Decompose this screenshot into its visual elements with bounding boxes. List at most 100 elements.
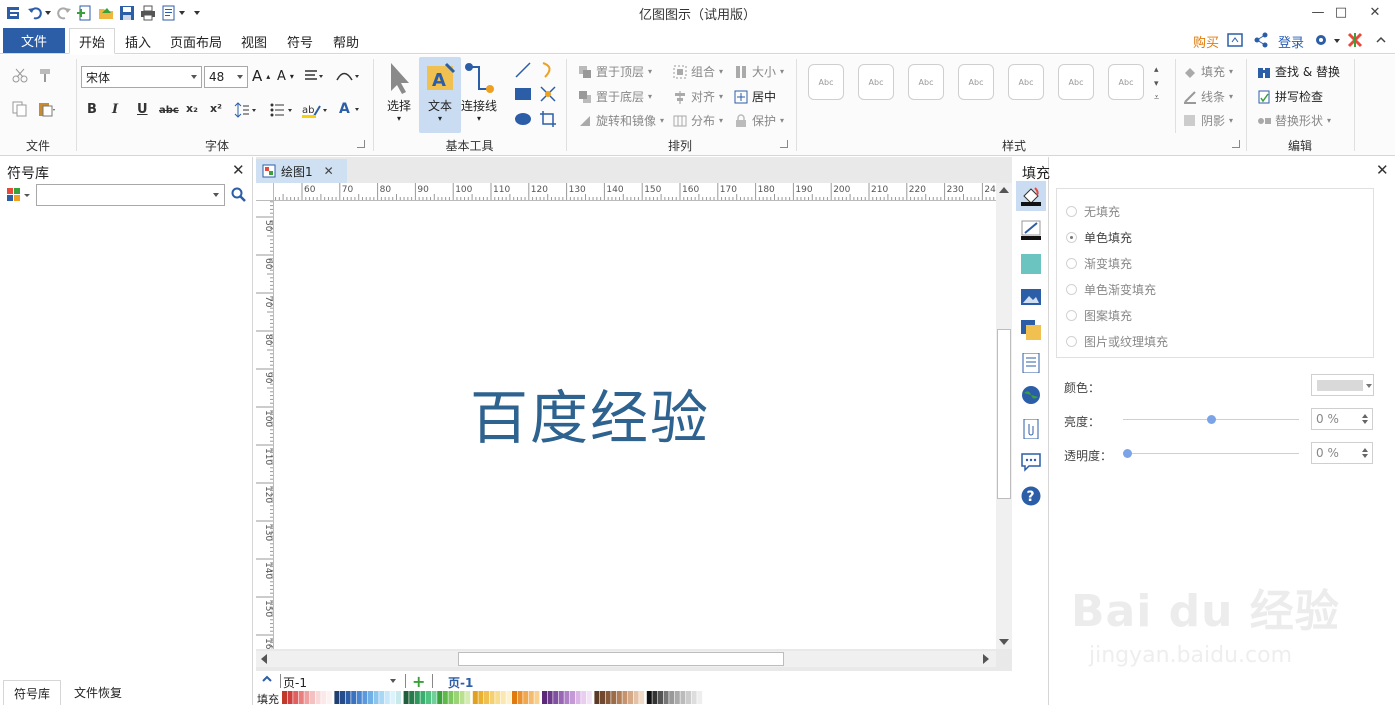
page-properties-icon[interactable] bbox=[1021, 353, 1041, 373]
screen-icon[interactable] bbox=[1227, 32, 1243, 51]
spin-down-icon[interactable] bbox=[1362, 454, 1368, 458]
color-swatch[interactable] bbox=[459, 691, 465, 704]
add-page-icon[interactable]: + bbox=[412, 672, 425, 691]
font-color-icon[interactable]: A bbox=[338, 100, 362, 118]
chevron-down-icon[interactable] bbox=[213, 193, 219, 197]
fill-option-pattern[interactable]: 图案填充 bbox=[1066, 307, 1132, 324]
strikethrough-button[interactable]: abc bbox=[159, 105, 179, 116]
color-swatch[interactable] bbox=[448, 691, 454, 704]
color-swatch[interactable] bbox=[542, 691, 547, 704]
color-picker[interactable] bbox=[1311, 374, 1374, 396]
color-swatch[interactable] bbox=[315, 691, 321, 704]
color-swatch[interactable] bbox=[534, 691, 540, 704]
color-swatch[interactable] bbox=[506, 691, 512, 704]
chevron-up-icon[interactable] bbox=[261, 673, 273, 688]
color-swatch[interactable] bbox=[633, 691, 639, 704]
color-swatch[interactable] bbox=[680, 691, 686, 704]
horizontal-scrollbar[interactable] bbox=[256, 651, 996, 667]
color-swatch[interactable] bbox=[658, 691, 663, 704]
style-preset-4[interactable]: Abc bbox=[958, 64, 994, 100]
tab-page-layout[interactable]: 页面布局 bbox=[166, 28, 226, 54]
color-swatch[interactable] bbox=[403, 691, 409, 704]
close-button[interactable]: ✕ bbox=[1352, 0, 1395, 24]
tab-view[interactable]: 视图 bbox=[234, 28, 274, 54]
color-swatch[interactable] bbox=[605, 691, 611, 704]
color-swatch[interactable] bbox=[426, 691, 431, 704]
tab-help[interactable]: 帮助 bbox=[326, 28, 366, 54]
replace-shape-button[interactable]: 替换形状 ▾ bbox=[1257, 112, 1331, 129]
vertical-scrollbar[interactable] bbox=[996, 183, 1012, 649]
scroll-up-icon[interactable] bbox=[999, 187, 1009, 193]
text-tool-button[interactable]: A 文本 ▾ bbox=[419, 57, 461, 133]
underline-button[interactable]: U bbox=[137, 102, 148, 117]
text-highlight-icon[interactable]: ab bbox=[302, 102, 328, 118]
scroll-left-icon[interactable] bbox=[261, 654, 267, 664]
color-swatch[interactable] bbox=[600, 691, 605, 704]
color-swatch[interactable] bbox=[414, 691, 420, 704]
drawing-page[interactable]: 百度经验 bbox=[274, 201, 996, 649]
horizontal-scroll-thumb[interactable] bbox=[458, 652, 784, 666]
symbol-search-input[interactable] bbox=[36, 184, 225, 206]
style-preset-1[interactable]: Abc bbox=[808, 64, 844, 100]
bold-button[interactable]: B bbox=[87, 102, 97, 117]
transparency-slider[interactable] bbox=[1123, 449, 1299, 458]
brightness-spinbox[interactable]: 0 % bbox=[1311, 408, 1373, 430]
group-button[interactable]: 组合 ▾ bbox=[673, 63, 723, 80]
superscript-button[interactable]: x² bbox=[210, 102, 222, 115]
distribute-button[interactable]: 分布 ▾ bbox=[673, 112, 723, 129]
grow-font-button[interactable]: A ▴ bbox=[252, 67, 270, 85]
color-swatch[interactable] bbox=[500, 691, 506, 704]
style-preset-2[interactable]: Abc bbox=[858, 64, 894, 100]
color-swatch[interactable] bbox=[489, 691, 495, 704]
send-to-back-button[interactable]: 置于底层 ▾ bbox=[578, 88, 652, 105]
style-scroll-down-icon[interactable]: ▾ bbox=[1154, 79, 1159, 89]
help-icon[interactable]: ? bbox=[1021, 486, 1041, 506]
color-swatch[interactable] bbox=[396, 691, 401, 704]
fill-option-single-gradient[interactable]: 单色渐变填充 bbox=[1066, 281, 1156, 298]
color-swatch[interactable] bbox=[340, 691, 345, 704]
color-swatch[interactable] bbox=[431, 691, 437, 704]
comment-icon[interactable] bbox=[1021, 452, 1041, 472]
bullets-icon[interactable] bbox=[270, 102, 294, 118]
color-swatch[interactable] bbox=[373, 691, 379, 704]
ellipse-tool-icon[interactable] bbox=[514, 110, 532, 128]
bring-to-front-button[interactable]: 置于顶层 ▾ bbox=[578, 63, 652, 80]
tab-insert[interactable]: 插入 bbox=[118, 28, 158, 54]
cut-icon[interactable] bbox=[12, 67, 28, 83]
color-swatch[interactable] bbox=[691, 691, 697, 704]
color-swatch[interactable] bbox=[594, 691, 600, 704]
color-swatch[interactable] bbox=[663, 691, 669, 704]
point-tool-icon[interactable] bbox=[539, 85, 557, 103]
globe-icon[interactable] bbox=[1021, 385, 1041, 405]
color-swatch[interactable] bbox=[674, 691, 680, 704]
tab-symbols[interactable]: 符号 bbox=[280, 28, 320, 54]
color-swatch[interactable] bbox=[478, 691, 484, 704]
color-swatch[interactable] bbox=[652, 691, 658, 704]
color-swatch[interactable] bbox=[420, 691, 426, 704]
close-panel-icon[interactable]: ✕ bbox=[232, 161, 245, 179]
color-swatch[interactable] bbox=[517, 691, 523, 704]
color-swatch[interactable] bbox=[310, 691, 315, 704]
line-tool-icon[interactable] bbox=[514, 61, 532, 79]
font-size-combo[interactable]: 48 bbox=[204, 66, 248, 88]
font-name-combo[interactable]: 宋体 bbox=[81, 66, 202, 88]
style-preset-7[interactable]: Abc bbox=[1108, 64, 1144, 100]
tab-home[interactable]: 开始 bbox=[69, 28, 115, 54]
color-swatch[interactable] bbox=[409, 691, 415, 704]
vertical-scroll-thumb[interactable] bbox=[997, 329, 1011, 499]
search-icon[interactable] bbox=[231, 187, 247, 206]
style-more-icon[interactable]: ⩡ bbox=[1154, 93, 1159, 103]
copy-icon[interactable] bbox=[12, 101, 28, 117]
color-swatch[interactable] bbox=[646, 691, 652, 704]
color-swatch[interactable] bbox=[465, 691, 471, 704]
tab-symbol-library[interactable]: 符号库 bbox=[3, 680, 61, 705]
brightness-slider-thumb[interactable] bbox=[1207, 415, 1216, 424]
color-swatch[interactable] bbox=[628, 691, 633, 704]
font-dialog-launcher-icon[interactable] bbox=[357, 140, 365, 148]
color-swatch[interactable] bbox=[345, 691, 351, 704]
close-panel-icon[interactable]: ✕ bbox=[1376, 161, 1389, 179]
buy-link[interactable]: 购买 bbox=[1193, 32, 1219, 51]
collapse-ribbon-icon[interactable] bbox=[1375, 34, 1387, 48]
scroll-down-icon[interactable] bbox=[999, 639, 1009, 645]
brightness-slider[interactable] bbox=[1123, 415, 1299, 424]
